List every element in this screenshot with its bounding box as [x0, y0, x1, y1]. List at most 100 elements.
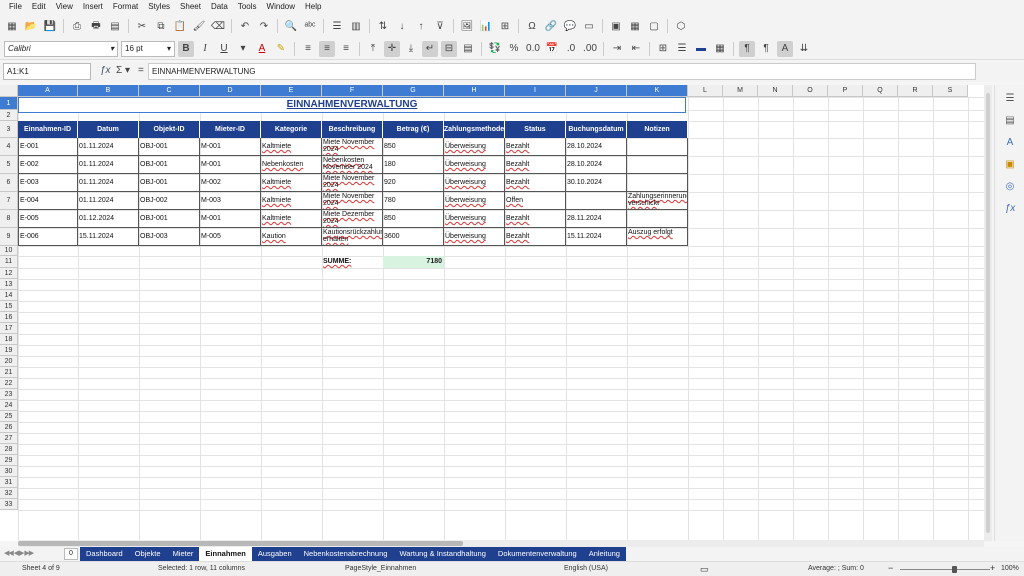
table-cell[interactable]: Überweisung	[444, 174, 505, 192]
table-cell[interactable]: Bezahlt	[505, 228, 566, 246]
table-cell[interactable]: Kaltmiete	[261, 138, 322, 156]
freeze-rows-icon[interactable]: ▦	[627, 18, 643, 34]
sheet-tab-wartung-instandhaltung[interactable]: Wartung & Instandhaltung	[393, 547, 491, 561]
menu-styles[interactable]: Styles	[143, 0, 175, 14]
special-character-icon[interactable]: Ω	[524, 18, 540, 34]
table-cell[interactable]	[627, 174, 688, 192]
row-header-8[interactable]: 8	[0, 210, 18, 228]
row-header-15[interactable]: 15	[0, 301, 18, 312]
sheet-tab-mieter[interactable]: Mieter	[167, 547, 200, 561]
table-cell[interactable]: E-001	[18, 138, 78, 156]
table-cell[interactable]: Miete November 2024	[322, 174, 383, 192]
table-cell[interactable]: Kaltmiete	[261, 210, 322, 228]
merge-center-icon[interactable]: ⊟	[441, 40, 457, 57]
selection-mode-icon[interactable]: ▭	[700, 564, 709, 575]
table-cell[interactable]: M-001	[200, 138, 261, 156]
sort-ascending-icon[interactable]: ↓	[394, 18, 410, 34]
table-cell[interactable]: 01.12.2024	[78, 210, 139, 228]
row-header-24[interactable]: 24	[0, 400, 18, 411]
spreadsheet-grid[interactable]: A B C D E F G H I J K L M N O P Q R S 1 2 3 4 5 6 7 8 9 10 11 12 13 14 15…	[0, 85, 984, 541]
table-cell[interactable]: Kautionsrückzahlung erhalten	[322, 228, 383, 246]
table-cell[interactable]: 180	[383, 156, 444, 174]
table-cell[interactable]: Überweisung	[444, 156, 505, 174]
column-header-m[interactable]: M	[723, 85, 758, 97]
insert-image-icon[interactable]: 🖼	[459, 18, 475, 34]
table-cell[interactable]: Überweisung	[444, 228, 505, 246]
menu-window[interactable]: Window	[262, 0, 300, 14]
table-cell[interactable]: Nebenkosten November 2024	[322, 156, 383, 174]
row-header-10[interactable]: 10	[0, 246, 18, 256]
table-cell[interactable]: 15.11.2024	[78, 228, 139, 246]
table-cell[interactable]: Kaution	[261, 228, 322, 246]
italic-icon[interactable]: I	[197, 41, 213, 57]
new-document-icon[interactable]: ▦	[4, 18, 20, 34]
right-to-left-icon[interactable]: ¶	[758, 41, 774, 57]
row-icon[interactable]: ☰	[329, 18, 345, 34]
row-header-13[interactable]: 13	[0, 279, 18, 290]
properties-icon[interactable]: ▤	[1003, 113, 1017, 127]
menu-format[interactable]: Format	[108, 0, 143, 14]
table-cell[interactable]: M-003	[200, 192, 261, 210]
table-header-cell[interactable]: Zahlungsmethode	[444, 121, 505, 138]
redo-icon[interactable]: ↷	[256, 18, 272, 34]
row-header-33[interactable]: 33	[0, 499, 18, 510]
headers-footers-icon[interactable]: ▭	[581, 18, 597, 34]
date-format-icon[interactable]: 📅	[544, 41, 560, 57]
zoom-slider-knob[interactable]	[952, 566, 957, 573]
cut-icon[interactable]: ✂	[134, 18, 150, 34]
table-cell[interactable]: OBJ-001	[139, 174, 200, 192]
row-header-11[interactable]: 11	[0, 256, 18, 268]
undo-icon[interactable]: ↶	[237, 18, 253, 34]
column-header-p[interactable]: P	[828, 85, 863, 97]
clear-format-icon[interactable]: ⌫	[210, 18, 226, 34]
row-header-9[interactable]: 9	[0, 228, 18, 246]
table-cell[interactable]: 850	[383, 210, 444, 228]
styles-icon[interactable]: A	[1003, 135, 1017, 149]
sidebar-menu-icon[interactable]: ☰	[1003, 91, 1017, 105]
bold-icon[interactable]: B	[178, 40, 194, 57]
table-cell[interactable]: E-006	[18, 228, 78, 246]
table-cell[interactable]: Bezahlt	[505, 174, 566, 192]
column-header-q[interactable]: Q	[863, 85, 898, 97]
formula-input[interactable]: EINNAHMENVERWALTUNG	[148, 63, 976, 80]
conditional-format-icon[interactable]: ▦	[712, 41, 728, 57]
table-cell[interactable]: 01.11.2024	[78, 192, 139, 210]
copy-icon[interactable]: ⧉	[153, 18, 169, 34]
table-cell[interactable]: E-002	[18, 156, 78, 174]
menu-edit[interactable]: Edit	[27, 0, 51, 14]
table-cell[interactable]: Auszug erfolgt	[627, 228, 688, 246]
column-header-g[interactable]: G	[383, 85, 444, 97]
percent-format-icon[interactable]: %	[506, 41, 522, 57]
row-header-1[interactable]: 1	[0, 97, 18, 110]
table-cell[interactable]: 01.11.2024	[78, 138, 139, 156]
table-cell[interactable]: 01.11.2024	[78, 174, 139, 192]
column-header-f[interactable]: F	[322, 85, 383, 97]
column-header-j[interactable]: J	[566, 85, 627, 97]
row-header-23[interactable]: 23	[0, 389, 18, 400]
row-header-6[interactable]: 6	[0, 174, 18, 192]
text-direction-horizontal-icon[interactable]: A	[777, 40, 793, 57]
table-cell[interactable]: Kaltmiete	[261, 192, 322, 210]
row-header-31[interactable]: 31	[0, 477, 18, 488]
define-print-area-icon[interactable]: ▣	[608, 18, 624, 34]
table-cell[interactable]: OBJ-001	[139, 210, 200, 228]
horizontal-scrollbar[interactable]	[18, 540, 984, 547]
table-cell[interactable]: Bezahlt	[505, 156, 566, 174]
row-header-30[interactable]: 30	[0, 466, 18, 477]
sheet-tab-einnahmen[interactable]: Einnahmen	[199, 547, 252, 561]
table-cell[interactable]: 28.10.2024	[566, 138, 627, 156]
comment-icon[interactable]: 💬	[562, 18, 578, 34]
column-header-r[interactable]: R	[898, 85, 933, 97]
sum-icon[interactable]: Σ ▾	[116, 65, 130, 76]
table-header-cell[interactable]: Betrag (€)	[383, 121, 444, 138]
table-header-cell[interactable]: Buchungsdatum	[566, 121, 627, 138]
column-header-d[interactable]: D	[200, 85, 261, 97]
row-header-4[interactable]: 4	[0, 138, 18, 156]
border-color-icon[interactable]: ▬	[693, 41, 709, 57]
row-header-5[interactable]: 5	[0, 156, 18, 174]
row-header-14[interactable]: 14	[0, 290, 18, 301]
table-header-cell[interactable]: Beschreibung	[322, 121, 383, 138]
column-header-c[interactable]: C	[139, 85, 200, 97]
formula-equals-icon[interactable]: =	[138, 65, 144, 76]
zoom-slider[interactable]	[900, 569, 990, 570]
